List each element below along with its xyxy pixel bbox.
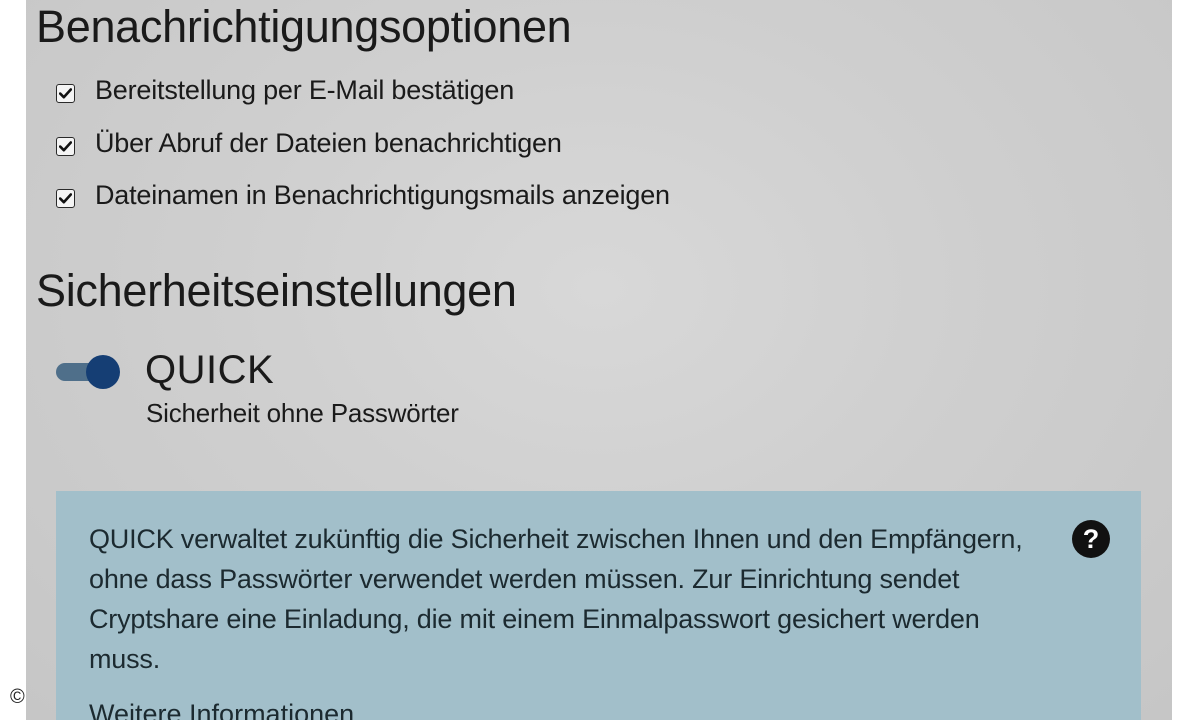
- checkbox-row-notify-download[interactable]: Über Abruf der Dateien benachrichtigen: [56, 127, 562, 159]
- checkbox-show-filenames[interactable]: [56, 188, 75, 208]
- checkmark-icon: [59, 192, 72, 203]
- checkmark-icon: [59, 140, 72, 151]
- quick-info-box: QUICK verwaltet zukünftig die Sicherheit…: [56, 491, 1141, 720]
- quick-info-text: QUICK verwaltet zukünftig die Sicherheit…: [89, 524, 1023, 674]
- settings-panel: Benachrichtigungsoptionen Bereitstellung…: [26, 0, 1172, 720]
- checkbox-row-show-filenames[interactable]: Dateinamen in Benachrichtigungsmails anz…: [56, 179, 670, 211]
- checkbox-label-confirm-email: Bereitstellung per E-Mail bestätigen: [95, 74, 515, 105]
- quick-subtitle: Sicherheit ohne Passwörter: [146, 398, 459, 428]
- checkbox-label-show-filenames: Dateinamen in Benachrichtigungsmails anz…: [95, 179, 670, 210]
- checkbox-label-notify-download: Über Abruf der Dateien benachrichtigen: [95, 127, 562, 158]
- quick-toggle[interactable]: [56, 355, 120, 389]
- quick-title: QUICK: [145, 348, 275, 392]
- checkbox-notify-download[interactable]: [56, 136, 75, 156]
- security-settings-heading: Sicherheitseinstellungen: [36, 265, 517, 316]
- toggle-knob: [86, 355, 120, 389]
- notification-options-heading: Benachrichtigungsoptionen: [36, 1, 572, 52]
- copyright-symbol: ©: [10, 686, 25, 708]
- checkmark-icon: [59, 87, 72, 98]
- question-circle-icon[interactable]: ?: [1072, 520, 1110, 558]
- checkbox-confirm-email[interactable]: [56, 83, 75, 103]
- more-information-link[interactable]: Weitere Informationen: [89, 699, 354, 720]
- page: Benachrichtigungsoptionen Bereitstellung…: [0, 0, 1200, 720]
- checkbox-row-confirm-email[interactable]: Bereitstellung per E-Mail bestätigen: [56, 74, 514, 106]
